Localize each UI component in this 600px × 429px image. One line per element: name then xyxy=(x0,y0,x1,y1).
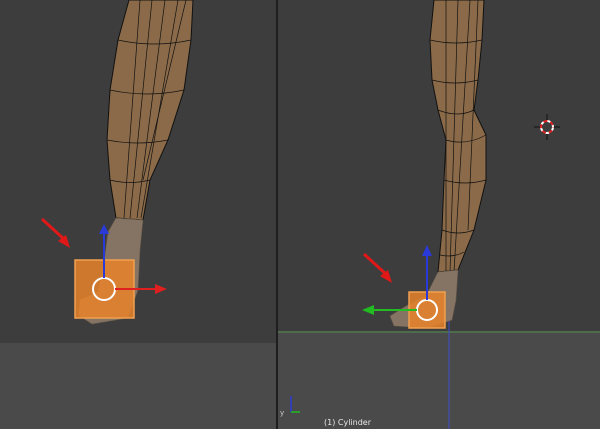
z-axis-arrowhead[interactable] xyxy=(99,224,109,234)
svg-text:y: y xyxy=(280,409,284,417)
left-scene xyxy=(40,0,194,325)
left-viewport[interactable] xyxy=(0,0,276,429)
y-axis-arrowhead[interactable] xyxy=(362,305,374,315)
right-scene: y xyxy=(278,0,600,429)
right-viewport[interactable]: y (1) Cylinder xyxy=(278,0,600,429)
3d-cursor-icon[interactable] xyxy=(534,114,560,140)
active-object-label: (1) Cylinder xyxy=(324,418,371,427)
leg-mesh[interactable] xyxy=(106,0,194,221)
axis-gizmo-icon: y xyxy=(280,396,300,417)
z-axis-arrowhead[interactable] xyxy=(422,245,432,256)
x-axis-arrowhead[interactable] xyxy=(155,284,167,294)
blender-editor: y (1) Cylinder xyxy=(0,0,600,429)
annotation-arrow-icon xyxy=(40,217,68,243)
